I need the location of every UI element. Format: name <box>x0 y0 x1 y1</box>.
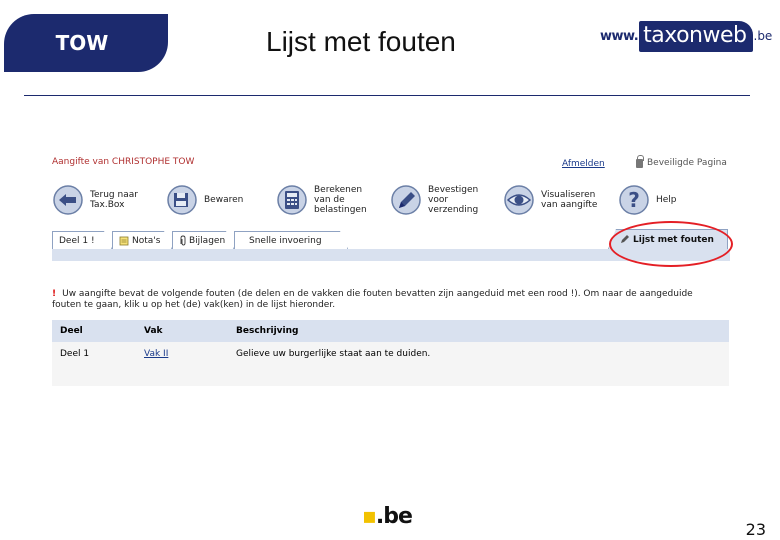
tab-error-list[interactable]: Lijst met fouten <box>608 229 728 249</box>
vak-link[interactable]: Vak II <box>144 349 168 359</box>
greeting-text: Aangifte van CHRISTOPHE TOW <box>52 157 195 167</box>
taxonweb-logo: www. taxonweb .be <box>600 14 772 58</box>
table-empty-area <box>52 366 729 386</box>
table-row: Deel 1 Vak II Gelieve uw burgerlijke sta… <box>52 342 729 366</box>
tow-badge-text: TOW <box>55 31 109 55</box>
header-divider <box>24 95 750 96</box>
back-arrow-icon <box>53 185 83 215</box>
tab-snelle-invoering[interactable]: Snelle invoering <box>234 231 348 249</box>
be-logo-text: .be <box>375 504 413 529</box>
row-deel: Deel 1 <box>60 349 90 359</box>
error-table: Deel Vak Beschrijving Deel 1 Vak II Geli… <box>52 320 729 386</box>
pencil-icon <box>621 235 629 243</box>
note-icon <box>119 236 129 246</box>
tab-deel-1-label: Deel 1 ! <box>59 235 95 246</box>
tab-error-list-label: Lijst met fouten <box>633 234 714 245</box>
secure-page-label: Beveiligde Pagina <box>647 158 727 168</box>
paperclip-icon <box>179 235 187 246</box>
tab-notas[interactable]: Nota's <box>112 231 172 249</box>
tab-bijlagen-label: Bijlagen <box>189 235 226 246</box>
tab-content-strip <box>52 249 730 261</box>
row-beschrijving: Gelieve uw burgerlijke staat aan te duid… <box>236 349 431 359</box>
column-header-beschrijving: Beschrijving <box>236 326 299 336</box>
table-header: Deel Vak Beschrijving <box>52 320 729 342</box>
logo-www: www. <box>600 28 639 44</box>
logout-link[interactable]: Afmelden <box>562 159 605 169</box>
secure-page-indicator: Beveiligde Pagina <box>636 154 727 168</box>
save-button[interactable]: Bewaren <box>166 182 243 218</box>
be-logo: ▪ .be <box>362 504 413 529</box>
calculate-taxes-button[interactable]: Berekenen van de belastingen <box>276 182 367 218</box>
logo-name: taxonweb <box>639 20 753 52</box>
error-message-text: Uw aangifte bevat de volgende fouten (de… <box>52 289 693 310</box>
calculator-icon <box>277 185 307 215</box>
lock-icon <box>636 154 644 168</box>
back-to-taxbox-label: Terug naar Tax.Box <box>90 190 138 210</box>
tab-deel-1[interactable]: Deel 1 ! <box>52 231 112 249</box>
toolbar: Terug naar Tax.Box Bewaren Berekenen van… <box>52 182 730 218</box>
logo-tld: .be <box>753 29 773 43</box>
error-mark: ! <box>52 289 57 299</box>
be-logo-mark: ▪ <box>362 504 377 529</box>
svg-text:?: ? <box>628 188 640 212</box>
back-to-taxbox-button[interactable]: Terug naar Tax.Box <box>52 182 138 218</box>
tab-bar: Deel 1 ! Nota's Bijlagen Snelle invoerin… <box>52 229 730 249</box>
help-icon: ? <box>619 185 649 215</box>
eye-icon <box>504 185 534 215</box>
help-label: Help <box>656 195 677 205</box>
column-header-vak: Vak <box>144 326 163 336</box>
tab-bijlagen[interactable]: Bijlagen <box>172 231 234 249</box>
taxonweb-app: Aangifte van CHRISTOPHE TOW Afmelden Bev… <box>52 150 733 386</box>
error-message: ! Uw aangifte bevat de volgende fouten (d… <box>52 289 724 311</box>
visualize-label: Visualiseren van aangifte <box>541 190 598 210</box>
save-label: Bewaren <box>204 195 244 205</box>
confirm-send-label: Bevestigen voor verzending <box>428 185 479 215</box>
calculate-taxes-label: Berekenen van de belastingen <box>314 185 367 215</box>
tab-snelle-invoering-label: Snelle invoering <box>249 235 322 246</box>
tab-notas-label: Nota's <box>132 235 161 246</box>
help-button[interactable]: ? Help <box>618 182 677 218</box>
visualize-button[interactable]: Visualiseren van aangifte <box>503 182 597 218</box>
tow-badge: TOW <box>4 14 168 72</box>
slide-title: Lijst met fouten <box>266 26 456 57</box>
row-vak: Vak II <box>144 349 236 359</box>
page-number: 23 <box>745 520 766 539</box>
save-icon <box>167 185 197 215</box>
confirm-send-button[interactable]: Bevestigen voor verzending <box>390 182 478 218</box>
pen-sign-icon <box>391 185 421 215</box>
column-header-deel: Deel <box>60 326 83 336</box>
